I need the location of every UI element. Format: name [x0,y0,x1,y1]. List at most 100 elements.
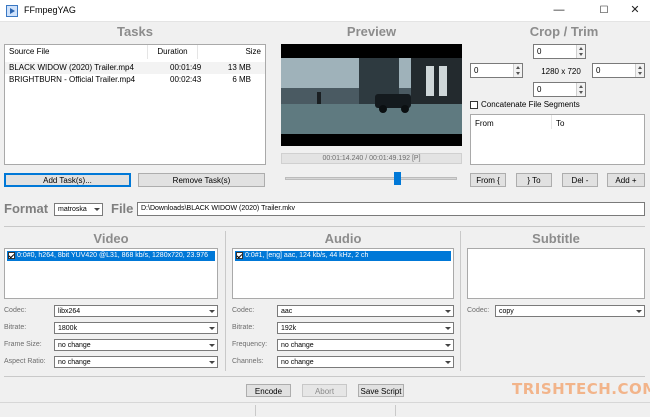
chevron-down-icon [445,310,451,313]
column-from[interactable]: From [475,119,494,128]
segments-table[interactable]: From To [470,114,645,165]
crop-bottom-spinner[interactable]: 0 [533,82,586,97]
audio-channels-select[interactable]: no change [277,356,454,368]
column-source-file[interactable]: Source File [5,45,148,59]
add-segment-button[interactable]: Add + [607,173,645,187]
preview-image [281,58,462,134]
subtitle-codec-label: Codec: [467,307,490,314]
format-value: matroska [58,206,87,213]
minimize-button[interactable]: — [544,0,574,22]
table-row[interactable]: BLACK WIDOW (2020) Trailer.mp4 00:01:49 … [5,62,265,74]
audio-bitrate-select[interactable]: 192k [277,322,454,334]
crop-bottom-value: 0 [537,85,542,94]
video-framesize-label: Frame Size: [4,341,42,348]
from-button[interactable]: From { [470,173,506,187]
file-label: File [111,201,134,216]
crop-right-value: 0 [596,66,601,75]
status-divider [395,405,396,416]
status-bar [0,402,650,417]
chevron-down-icon [445,327,451,330]
audio-channels-value: no change [281,359,314,366]
window-title: FFmpegYAG [24,5,76,15]
spin-arrows-icon[interactable] [576,83,585,96]
preview-time: 00:01:14.240 / 00:01:49.192 [P] [281,153,462,164]
concatenate-label: Concatenate File Segments [481,100,580,109]
audio-bitrate-value: 192k [281,325,297,332]
save-script-button[interactable]: Save Script [358,384,404,397]
crop-right-spinner[interactable]: 0 [592,63,645,78]
stream-checkbox[interactable] [236,252,243,259]
crop-left-value: 0 [474,66,479,75]
encode-button[interactable]: Encode [246,384,291,397]
tasks-title: Tasks [117,24,153,39]
row-file: BLACK WIDOW (2020) Trailer.mp4 [9,63,134,72]
crop-top-spinner[interactable]: 0 [533,44,586,59]
column-duration[interactable]: Duration [148,45,198,59]
concatenate-checkbox[interactable] [470,101,478,109]
seek-track[interactable] [285,177,457,180]
seek-handle[interactable] [394,172,401,185]
audio-frequency-value: no change [281,342,314,349]
video-codec-select[interactable]: libx264 [54,305,218,317]
subtitle-streams-list[interactable] [467,248,645,299]
audio-streams-list[interactable]: 0:0#1, [eng] aac, 124 kb/s, 44 kHz, 2 ch [232,248,454,299]
row-duration: 00:02:43 [170,75,202,84]
chevron-down-icon [209,361,215,364]
column-to[interactable]: To [556,119,564,128]
video-stream-label: 0:0#0, h264, 8bit YUV420 @L31, 868 kb/s,… [17,252,209,259]
spin-arrows-icon[interactable] [513,64,522,77]
audio-frequency-select[interactable]: no change [277,339,454,351]
crop-left-spinner[interactable]: 0 [470,63,523,78]
subtitle-codec-select[interactable]: copy [495,305,645,317]
preview-frame [281,44,462,146]
subtitle-title: Subtitle [532,231,580,246]
video-bitrate-select[interactable]: 1800k [54,322,218,334]
chevron-down-icon [209,327,215,330]
spin-arrows-icon[interactable] [635,64,644,77]
row-file: BRIGHTBURN - Official Trailer.mp4 [9,75,136,84]
column-divider [551,115,552,129]
video-streams-list[interactable]: 0:0#0, h264, 8bit YUV420 @L31, 868 kb/s,… [4,248,218,299]
audio-codec-value: aac [281,308,293,315]
close-button[interactable]: ✕ [620,0,650,22]
video-title: Video [93,231,129,246]
stream-checkbox[interactable] [8,252,15,259]
column-size[interactable]: Size [198,45,265,59]
audio-codec-select[interactable]: aac [277,305,454,317]
preview-title: Preview [346,24,397,39]
audio-title: Audio [324,231,362,246]
subtitle-codec-value: copy [499,308,514,315]
audio-stream-item[interactable]: 0:0#1, [eng] aac, 124 kb/s, 44 kHz, 2 ch [235,251,451,261]
remove-task-button[interactable]: Remove Task(s) [138,173,265,187]
watermark-text: TRISHTECH.COM [512,380,650,398]
audio-bitrate-label: Bitrate: [232,324,255,331]
video-stream-item[interactable]: 0:0#0, h264, 8bit YUV420 @L31, 868 kb/s,… [7,251,215,261]
audio-channels-label: Channels: [232,358,264,365]
video-aspect-select[interactable]: no change [54,356,218,368]
app-icon [6,5,18,17]
video-framesize-select[interactable]: no change [54,339,218,351]
chevron-down-icon [445,344,451,347]
audio-stream-label: 0:0#1, [eng] aac, 124 kb/s, 44 kHz, 2 ch [245,252,369,259]
to-button[interactable]: } To [516,173,552,187]
chevron-down-icon [209,310,215,313]
video-bitrate-label: Bitrate: [4,324,27,331]
chevron-down-icon [636,310,642,313]
spin-arrows-icon[interactable] [576,45,585,58]
del-button[interactable]: Del - [562,173,598,187]
status-divider [255,405,256,416]
video-aspect-label: Aspect Ratio: [4,358,46,365]
add-task-button[interactable]: Add Task(s)... [4,173,131,187]
file-path-input[interactable]: D:\Downloads\BLACK WIDOW (2020) Trailer.… [137,202,645,216]
chevron-down-icon [209,344,215,347]
table-row[interactable]: BRIGHTBURN - Official Trailer.mp4 00:02:… [5,74,265,86]
video-aspect-value: no change [58,359,91,366]
abort-button[interactable]: Abort [302,384,347,397]
chevron-down-icon [445,361,451,364]
tasks-table[interactable]: Source File Duration Size BLACK WIDOW (2… [4,44,266,165]
maximize-button[interactable]: ☐ [589,0,619,22]
row-size: 13 MB [227,63,251,72]
divider [225,231,226,371]
format-select[interactable]: matroska [54,203,103,216]
chevron-down-icon [94,208,100,211]
